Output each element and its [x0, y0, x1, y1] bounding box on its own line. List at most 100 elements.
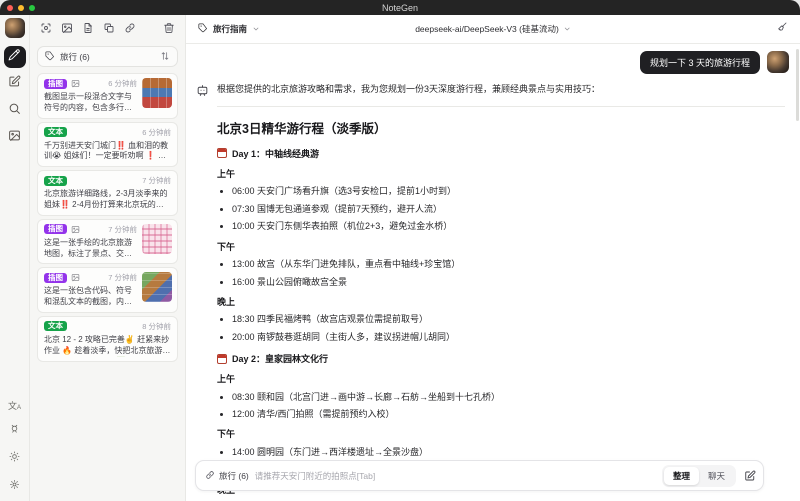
- panel-toolbar: [30, 15, 185, 44]
- link-icon: [205, 470, 215, 482]
- note-title: 旅行指南: [213, 24, 248, 34]
- sync-icon[interactable]: [9, 421, 20, 439]
- divider: [217, 105, 785, 107]
- note-timestamp: 8 分钟前: [142, 321, 171, 331]
- image-icon: [71, 273, 80, 282]
- note-type-badge: 文本: [44, 127, 67, 138]
- calendar-icon: [217, 148, 227, 159]
- app-window: NoteGen 文A 旅行 (6) 插图 6 分钟前 截图显示一段混合文字与符号…: [0, 0, 800, 501]
- daypart-list: 08:30 颐和园（北宫门进→画中游→长廊→石舫→坐船到十七孔桥） 12:00 清…: [217, 391, 785, 421]
- note-card[interactable]: 插图7 分钟前这是一张手绘的北京旅游地图，标注了景点、交通方式和门票价格，如天安…: [37, 218, 178, 265]
- note-text: 北京 12 - 2 攻略已完善✌️ 赶紧来抄作业 🔥 趁着淡季，快把北京旅游攻略…: [44, 334, 171, 355]
- note-text: 北京旅游详细路线，2-3月淡季来的姐妹‼️ 2-4月份打算来北京玩的宝子 不用再…: [44, 189, 168, 209]
- note-card[interactable]: 文本 6 分钟前千万别进天安门城门‼️ 血和泪的教训😭 姐妹们！一定要听劝啊 ❗ …: [37, 121, 178, 168]
- note-card-header: 文本 6 分钟前: [44, 127, 171, 138]
- daypart-list: 13:00 故宫（从东华门进免排队，重点看中轴线+珍宝馆） 16:00 景山公园俯…: [217, 258, 785, 288]
- titlebar: NoteGen: [0, 0, 800, 15]
- capture-screenshot-icon[interactable]: [40, 21, 52, 39]
- itinerary-item: 10:00 天安门东侧华表拍照（机位2+3，避免过金水桥）: [232, 220, 785, 232]
- day-title: Day 1：中轴线经典游: [232, 148, 320, 159]
- daypart-list: 06:00 天安门广场看升旗（选3号安检口，提前1小时到） 07:30 国博无包通…: [217, 185, 785, 232]
- note-card-header: 文本 7 分钟前: [44, 175, 171, 186]
- image-icon: [71, 225, 80, 234]
- pen-icon: [8, 48, 21, 66]
- user-avatar: [767, 51, 789, 73]
- user-avatar[interactable]: [4, 18, 25, 38]
- image-icon: [71, 79, 80, 88]
- main-header: 旅行指南 deepseek-ai/DeepSeek-V3 (硅基流动): [186, 15, 800, 44]
- note-timestamp: 6 分钟前: [142, 127, 171, 137]
- user-message-bubble: 规划一下 3 天的旅游行程: [639, 51, 760, 74]
- chat-input[interactable]: [254, 470, 656, 481]
- mode-organize-button[interactable]: 整理: [663, 466, 699, 485]
- nav-search-button[interactable]: [4, 100, 26, 122]
- note-card[interactable]: 文本 8 分钟前北京 12 - 2 攻略已完善✌️ 赶紧来抄作业 🔥 趁着淡季，快…: [37, 315, 178, 362]
- insert-image-icon[interactable]: [61, 21, 73, 39]
- daypart-label: 上午: [217, 374, 236, 385]
- itinerary-item: 06:00 天安门广场看升旗（选3号安检口，提前1小时到）: [232, 185, 785, 197]
- note-type-badge: 文本: [44, 175, 67, 186]
- note-timestamp: 6 分钟前: [108, 79, 137, 88]
- translate-icon[interactable]: 文A: [8, 402, 21, 412]
- itinerary-item: 18:30 四季民福烤鸭（故宫店观景位需提前取号）: [232, 313, 785, 325]
- itinerary-item: 07:30 国博无包通道参观（提前7天预约，避开人流）: [232, 203, 785, 215]
- itinerary-item: 14:00 圆明园（东门进→西洋楼遗址→全景沙盘）: [232, 446, 785, 458]
- note-thumbnail: [142, 272, 172, 303]
- tag-icon: [198, 23, 208, 35]
- note-card[interactable]: 插图7 分钟前这是一张包含代码、符号和混乱文本的截图，内容难以辨识，似乎涉及技术…: [37, 267, 178, 313]
- note-type-badge: 文本: [44, 321, 67, 332]
- trash-icon[interactable]: [163, 21, 175, 39]
- sort-icon[interactable]: [160, 51, 170, 63]
- itinerary-item: 08:30 颐和园（北宫门进→画中游→长廊→石舫→坐船到十七孔桥）: [232, 391, 785, 403]
- compose-send-icon[interactable]: [744, 470, 756, 482]
- nav-gallery-button[interactable]: [4, 127, 26, 149]
- note-card[interactable]: 插图6 分钟前截图显示一段混合文字与符号的内容，包含多行无序排列的字母、数字和符…: [37, 73, 178, 119]
- note-thumbnail: [142, 78, 172, 108]
- note-type-badge: 插图: [44, 224, 67, 235]
- note-type-badge: 插图: [44, 272, 67, 283]
- daypart-label: 下午: [217, 429, 236, 440]
- model-name: deepseek-ai/DeepSeek-V3 (硅基流动): [415, 24, 559, 34]
- daypart-label: 上午: [217, 168, 236, 179]
- note-title-dropdown[interactable]: 旅行指南: [198, 23, 260, 35]
- copy-icon[interactable]: [103, 21, 115, 39]
- theme-sun-icon[interactable]: [9, 449, 20, 467]
- day-heading: Day 2：皇家园林文化行: [217, 352, 785, 365]
- assistant-message-row: 根据您提供的北京旅游攻略和需求，我为您规划一份3天深度游行程，兼顾经典景点与实用…: [196, 83, 789, 501]
- insert-file-icon[interactable]: [82, 21, 94, 39]
- user-message-row: 规划一下 3 天的旅游行程: [196, 51, 789, 74]
- window-title: NoteGen: [381, 2, 419, 13]
- notes-list: 插图6 分钟前截图显示一段混合文字与符号的内容，包含多行无序排列的字母、数字和符…: [30, 73, 185, 501]
- tag-filter[interactable]: 旅行 (6): [37, 46, 178, 67]
- chat-input-bar: 旅行 (6) 整理 聊天: [195, 460, 764, 491]
- context-tag-chip[interactable]: 旅行 (6): [205, 470, 249, 482]
- note-timestamp: 7 分钟前: [142, 176, 171, 186]
- chevron-down-icon: [564, 27, 570, 31]
- itinerary-item: 13:00 故宫（从东华门进免排队，重点看中轴线+珍宝馆）: [232, 258, 785, 270]
- itinerary-item: 12:00 清华/西门拍照（需提前预约入校）: [232, 408, 785, 420]
- day-title: Day 2：皇家园林文化行: [232, 354, 329, 365]
- note-thumbnail: [142, 223, 172, 254]
- model-selector[interactable]: deepseek-ai/DeepSeek-V3 (硅基流动): [415, 23, 571, 35]
- mode-chat-button[interactable]: 聊天: [699, 467, 734, 485]
- nav-record-button[interactable]: [3, 46, 26, 68]
- main-area: 旅行指南 deepseek-ai/DeepSeek-V3 (硅基流动) 规划一下…: [186, 15, 800, 501]
- note-card-header: 文本 8 分钟前: [44, 321, 171, 332]
- assistant-message-content: 根据您提供的北京旅游攻略和需求，我为您规划一份3天深度游行程，兼顾经典景点与实用…: [217, 83, 789, 501]
- itinerary-item: 16:00 景山公园俯瞰故宫全景: [232, 276, 785, 288]
- search-icon: [8, 102, 21, 120]
- assistant-bot-icon: [196, 83, 209, 501]
- mode-segment-control: 整理 聊天: [661, 464, 736, 487]
- note-text: 千万别进天安门城门‼️ 血和泪的教训😭 姐妹们！一定要听劝啊 ❗ 除非是预约了参…: [44, 140, 169, 161]
- scrollbar-thumb[interactable]: [796, 49, 799, 121]
- nav-write-button[interactable]: [4, 73, 26, 95]
- note-card[interactable]: 文本 7 分钟前北京旅游详细路线，2-3月淡季来的姐妹‼️ 2-4月份打算来北京玩…: [37, 170, 178, 216]
- itinerary-item: 20:00 南锣鼓巷逛胡同（主街人多，建议拐进帽儿胡同）: [232, 331, 785, 343]
- link-icon[interactable]: [124, 21, 136, 39]
- day-heading: Day 1：中轴线经典游: [217, 147, 785, 160]
- assistant-intro-text: 根据您提供的北京旅游攻略和需求，我为您规划一份3天深度游行程，兼顾经典景点与实用…: [217, 84, 601, 94]
- nav-rail: 文A: [0, 15, 30, 501]
- note-type-badge: 插图: [44, 78, 67, 89]
- clear-chat-broom-icon[interactable]: [776, 20, 788, 38]
- settings-gear-icon[interactable]: [9, 477, 20, 495]
